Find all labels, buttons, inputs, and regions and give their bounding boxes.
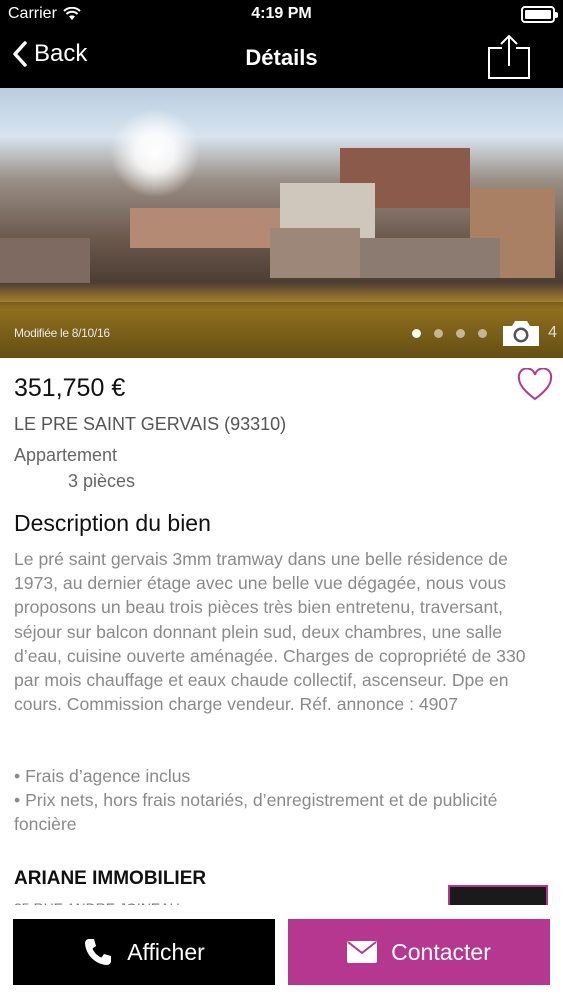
- contact-label: Contacter: [391, 938, 491, 965]
- heart-icon[interactable]: [517, 368, 553, 402]
- show-phone-button[interactable]: Afficher: [13, 919, 275, 985]
- description-title: Description du bien: [14, 510, 211, 536]
- camera-icon[interactable]: [501, 318, 541, 348]
- property-type: Appartement: [14, 445, 118, 465]
- fee-note: Prix nets, hors frais notariés, d’enregi…: [14, 788, 534, 836]
- room-count: 3 pièces: [68, 471, 136, 491]
- photo-building: [0, 238, 90, 283]
- contact-button[interactable]: Contacter: [288, 919, 550, 985]
- pager-dot[interactable]: [456, 329, 465, 338]
- phone-icon: [85, 939, 112, 965]
- fee-note: Frais d’agence inclus: [14, 764, 534, 788]
- envelope-icon: [347, 941, 378, 963]
- description-text: Le pré saint gervais 3mm tramway dans un…: [14, 549, 526, 715]
- property-photo[interactable]: Modifiée le 8/10/16 4: [0, 88, 563, 358]
- location: LE PRE SAINT GERVAIS (93310): [14, 414, 287, 434]
- battery-icon: [521, 6, 558, 23]
- page-title: Détails: [245, 45, 318, 70]
- pager-dot[interactable]: [434, 329, 443, 338]
- photo-pager[interactable]: [412, 329, 487, 338]
- photo-count: 4: [548, 324, 557, 341]
- photo-building: [270, 228, 360, 278]
- pager-dot[interactable]: [412, 329, 421, 338]
- clock: 4:19 PM: [251, 5, 312, 22]
- pager-dot[interactable]: [478, 329, 487, 338]
- price: 351,750 €: [14, 374, 126, 402]
- share-icon[interactable]: [485, 34, 533, 82]
- status-bar: Carrier 4:19 PM: [0, 0, 563, 30]
- photo-building: [360, 238, 500, 278]
- photo-sun-glare: [110, 108, 200, 198]
- fee-notes: Frais d’agence inclus Prix nets, hors fr…: [14, 764, 534, 837]
- nav-bar: Back Détails: [0, 30, 563, 88]
- action-bar: Afficher Contacter: [0, 905, 563, 1000]
- photo-building: [130, 208, 280, 248]
- agency-name: ARIANE IMMOBILIER: [14, 868, 207, 889]
- modified-date: Modifiée le 8/10/16: [14, 326, 110, 340]
- show-label: Afficher: [127, 938, 205, 965]
